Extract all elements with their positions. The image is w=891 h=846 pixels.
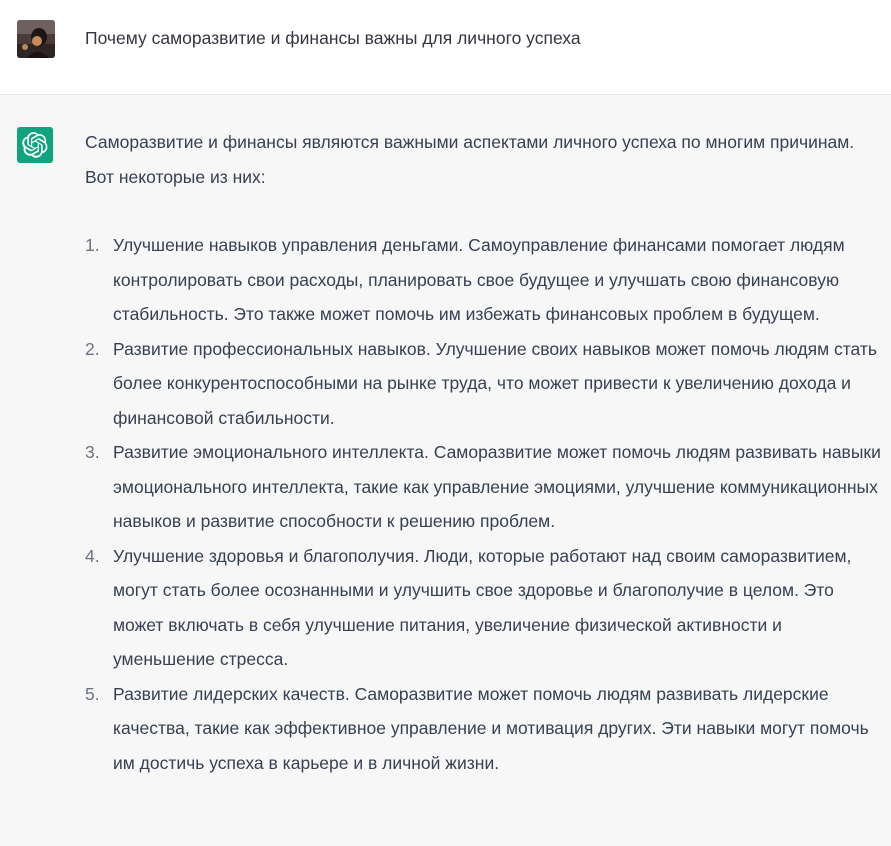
assistant-message-row: Саморазвитие и финансы являются важными …	[0, 95, 891, 846]
list-item-text: Улучшение здоровья и благополучия. Люди,…	[113, 545, 852, 670]
list-item-number: 4.	[85, 545, 100, 566]
assistant-avatar	[17, 127, 53, 163]
list-item-text: Развитие эмоционального интеллекта. Само…	[113, 442, 881, 531]
list-item: 2. Развитие профессиональных навыков. Ул…	[85, 332, 885, 436]
user-photo-icon	[17, 20, 55, 58]
user-message-text: Почему саморазвитие и финансы важны для …	[85, 28, 581, 48]
assistant-intro-text: Саморазвитие и финансы являются важными …	[85, 132, 855, 187]
list-item-text: Развитие лидерских качеств. Саморазвитие…	[113, 683, 869, 773]
list-item-number: 2.	[85, 338, 100, 359]
openai-logo-icon	[22, 132, 48, 158]
list-item-text: Улучшение навыков управления деньгами. С…	[113, 235, 845, 324]
list-item-number: 5.	[85, 683, 100, 704]
list-item-text: Развитие профессиональных навыков. Улучш…	[113, 338, 878, 428]
list-item: 5. Развитие лидерских качеств. Саморазви…	[85, 677, 885, 781]
answer-list: 1. Улучшение навыков управления деньгами…	[85, 228, 885, 780]
user-avatar	[17, 20, 55, 58]
list-item-number: 3.	[85, 442, 100, 462]
list-item: 1. Улучшение навыков управления деньгами…	[85, 228, 885, 332]
list-item: 3. Развитие эмоционального интеллекта. С…	[85, 435, 885, 539]
list-item: 4. Улучшение здоровья и благополучия. Лю…	[85, 539, 885, 677]
assistant-message-body: Саморазвитие и финансы являются важными …	[85, 125, 885, 780]
list-item-number: 1.	[85, 235, 100, 255]
user-message-row: Почему саморазвитие и финансы важны для …	[0, 0, 891, 95]
